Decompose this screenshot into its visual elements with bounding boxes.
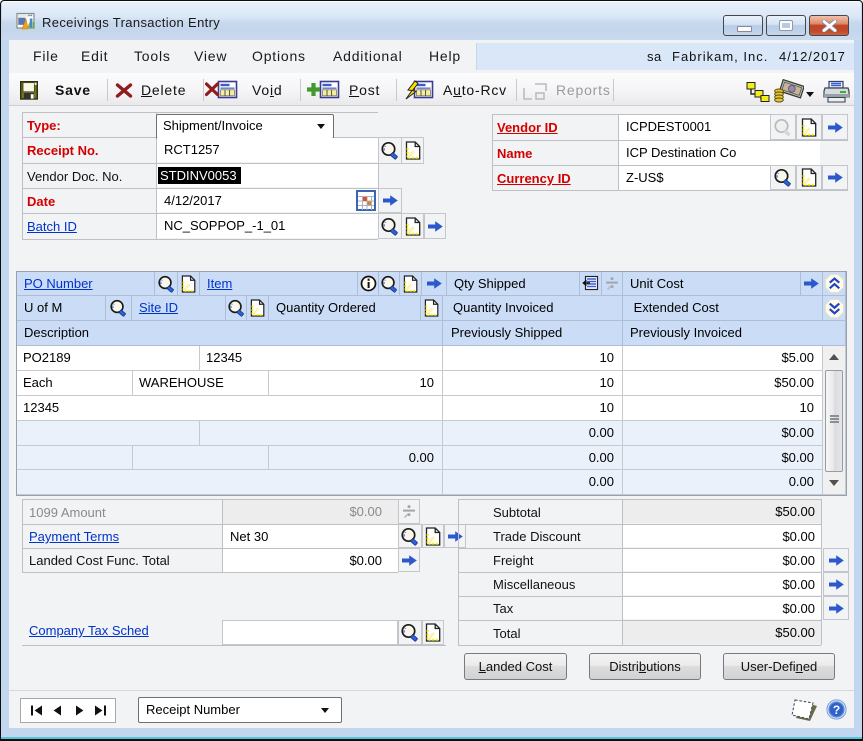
svg-text:?: ? xyxy=(833,703,840,717)
